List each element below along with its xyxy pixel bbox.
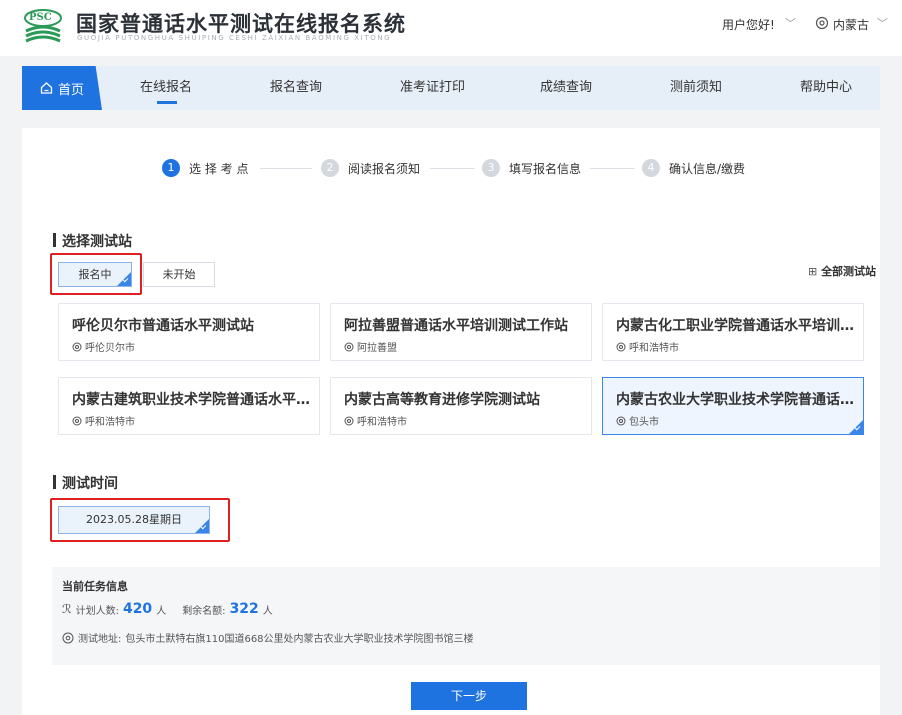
user-greeting[interactable]: 用户您好! xyxy=(722,16,775,33)
station-city: 包头市 xyxy=(629,417,659,428)
step-connector xyxy=(260,168,312,169)
station-location: 阿拉善盟 xyxy=(344,339,397,354)
address-label: 测试地址: xyxy=(78,634,122,645)
step-connector xyxy=(430,168,475,169)
system-pinyin: GUOJIA PUTONGHUA SHUIPING CESHI ZAIXIAN … xyxy=(77,34,392,42)
time-section-title: 测试时间 xyxy=(53,473,118,493)
logo-text: PSC xyxy=(29,12,52,23)
address-value: 包头市土默特右旗110国道668公里处内蒙古农业大学职业技术学院图书馆三楼 xyxy=(125,634,474,645)
location-icon xyxy=(344,416,354,425)
chevron-down-icon[interactable]: ﹀ xyxy=(877,15,888,31)
station-card[interactable]: 阿拉善盟普通话水平培训测试工作站 阿拉善盟 xyxy=(330,303,592,361)
station-location: 呼和浩特市 xyxy=(72,413,135,428)
nav-help-center[interactable]: 帮助中心 xyxy=(800,66,852,110)
task-info-panel: 当前任务信息 ℛ 计划人数: 420 人 剩余名额: 322 人 测试地址: 包头市… xyxy=(52,567,880,665)
step-3-number: 3 xyxy=(482,159,500,177)
station-card-selected[interactable]: 内蒙古农业大学职业技术学院普通话水平培训测试站 包头市 xyxy=(602,377,864,435)
step-1-label: 选 择 考 点 xyxy=(189,162,249,176)
step-3-label: 填写报名信息 xyxy=(509,162,582,176)
remaining-value: 322 xyxy=(229,601,259,617)
station-location: 呼和浩特市 xyxy=(344,413,407,428)
tab-not-started[interactable]: 未开始 xyxy=(143,262,215,287)
station-location: 包头市 xyxy=(616,413,659,428)
location-icon xyxy=(62,632,74,643)
highlight-box xyxy=(50,498,230,542)
remaining-unit: 人 xyxy=(262,605,273,617)
step-2-label: 阅读报名须知 xyxy=(348,162,421,176)
home-icon xyxy=(40,82,53,94)
station-city: 阿拉善盟 xyxy=(357,343,397,354)
location-icon xyxy=(344,342,354,351)
nav-register-query[interactable]: 报名查询 xyxy=(270,66,322,110)
location-icon xyxy=(72,416,82,425)
station-city: 呼和浩特市 xyxy=(357,417,407,428)
step-4-number: 4 xyxy=(642,159,660,177)
region-selector[interactable]: 内蒙古 xyxy=(833,16,869,33)
step-2-number: 2 xyxy=(321,159,339,177)
remaining-label: 剩余名额: xyxy=(182,605,226,617)
location-icon xyxy=(72,342,82,351)
people-icon: ℛ xyxy=(62,602,72,616)
quota-row: ℛ 计划人数: 420 人 剩余名额: 322 人 xyxy=(62,601,273,617)
station-location: 呼伦贝尔市 xyxy=(72,339,135,354)
nav-score-query[interactable]: 成绩查询 xyxy=(540,66,592,110)
chevron-down-icon[interactable]: ﹀ xyxy=(785,15,796,31)
station-city: 呼和浩特市 xyxy=(629,343,679,354)
station-card[interactable]: 内蒙古建筑职业技术学院普通话水平培训测试站 呼和浩特市 xyxy=(58,377,320,435)
task-info-title: 当前任务信息 xyxy=(62,580,128,593)
station-name: 呼伦贝尔市普通话水平测试站 xyxy=(72,318,254,334)
main-nav: 首页 在线报名 报名查询 准考证打印 成绩查询 测前须知 帮助中心 xyxy=(22,66,880,110)
grid-icon: ⊞ xyxy=(808,265,818,278)
header: PSC 国家普通话水平测试在线报名系统 GUOJIA PUTONGHUA SHU… xyxy=(0,0,902,56)
location-icon xyxy=(616,416,626,425)
station-section-title: 选择测试站 xyxy=(53,231,132,251)
highlight-box xyxy=(50,253,142,295)
location-icon xyxy=(616,342,626,351)
station-name: 内蒙古建筑职业技术学院普通话水平培训测试站 xyxy=(72,392,312,408)
station-name: 内蒙古高等教育进修学院测试站 xyxy=(344,392,540,408)
planned-label: 计划人数: xyxy=(75,605,119,617)
location-icon xyxy=(815,16,829,30)
all-stations-link[interactable]: ⊞ 全部测试站 xyxy=(808,263,876,279)
nav-home-label: 首页 xyxy=(57,82,84,98)
step-connector xyxy=(590,168,635,169)
step-4-label: 确认信息/缴费 xyxy=(669,162,746,176)
station-name: 阿拉善盟普通话水平培训测试工作站 xyxy=(344,318,568,334)
nav-active-indicator xyxy=(157,101,177,104)
address-row: 测试地址: 包头市土默特右旗110国道668公里处内蒙古农业大学职业技术学院图书… xyxy=(62,630,474,645)
station-city: 呼伦贝尔市 xyxy=(85,343,135,354)
nav-home[interactable]: 首页 xyxy=(22,66,102,110)
station-card[interactable]: 内蒙古高等教育进修学院测试站 呼和浩特市 xyxy=(330,377,592,435)
station-location: 呼和浩特市 xyxy=(616,339,679,354)
station-name: 内蒙古农业大学职业技术学院普通话水平培训测试站 xyxy=(616,392,856,408)
next-step-button[interactable]: 下一步 xyxy=(411,682,527,710)
nav-admission-print[interactable]: 准考证打印 xyxy=(400,66,465,110)
nav-pretest-notice[interactable]: 测前须知 xyxy=(670,66,722,110)
station-card[interactable]: 内蒙古化工职业学院普通话水平培训测试站 呼和浩特市 xyxy=(602,303,864,361)
all-stations-label: 全部测试站 xyxy=(821,265,877,278)
planned-value: 420 xyxy=(122,601,153,617)
step-1-number: 1 xyxy=(162,159,180,177)
planned-unit: 人 xyxy=(156,605,167,617)
station-city: 呼和浩特市 xyxy=(85,417,135,428)
station-name: 内蒙古化工职业学院普通话水平培训测试站 xyxy=(616,318,856,334)
station-card[interactable]: 呼伦贝尔市普通话水平测试站 呼伦贝尔市 xyxy=(58,303,320,361)
check-corner-icon xyxy=(849,420,863,434)
